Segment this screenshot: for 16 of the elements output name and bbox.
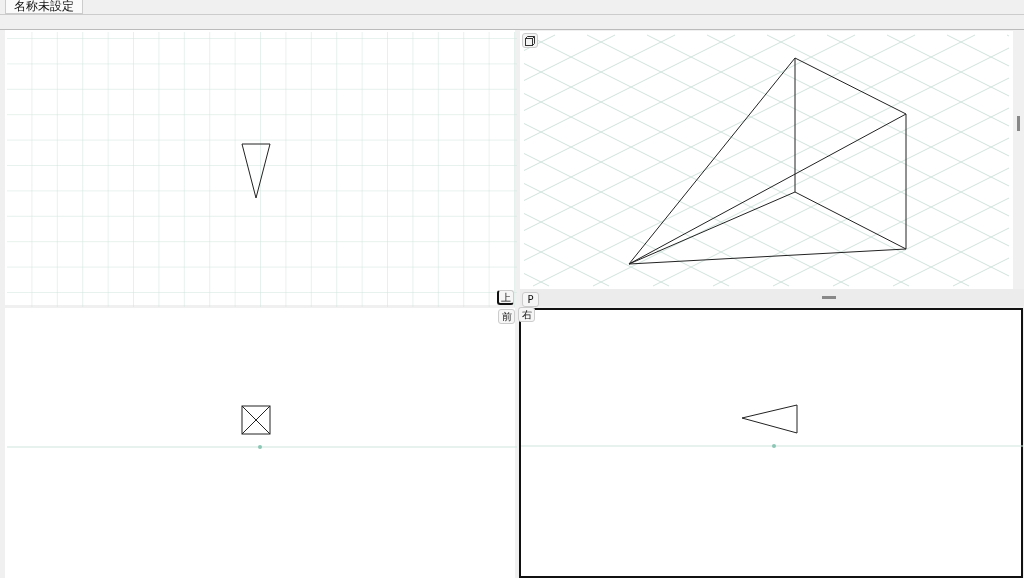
- front-view[interactable]: 前: [6, 309, 514, 577]
- triangle-shape[interactable]: [741, 404, 798, 434]
- view-label[interactable]: 上: [497, 290, 514, 305]
- document-tab[interactable]: 名称未設定: [5, 0, 83, 14]
- view-label[interactable]: 右: [518, 307, 535, 322]
- view-label[interactable]: 前: [498, 309, 515, 324]
- origin-dot: [772, 444, 776, 448]
- triangle-shape[interactable]: [241, 143, 271, 199]
- top-view[interactable]: 上: [6, 31, 514, 304]
- origin-dot: [258, 445, 262, 449]
- horizontal-scrollbar[interactable]: [520, 289, 1024, 306]
- pyramid-drawing[interactable]: [628, 57, 907, 265]
- cube-icon[interactable]: [522, 33, 538, 48]
- box-shape[interactable]: [241, 405, 271, 435]
- right-view[interactable]: 右: [519, 308, 1023, 578]
- view-label[interactable]: P: [522, 292, 539, 307]
